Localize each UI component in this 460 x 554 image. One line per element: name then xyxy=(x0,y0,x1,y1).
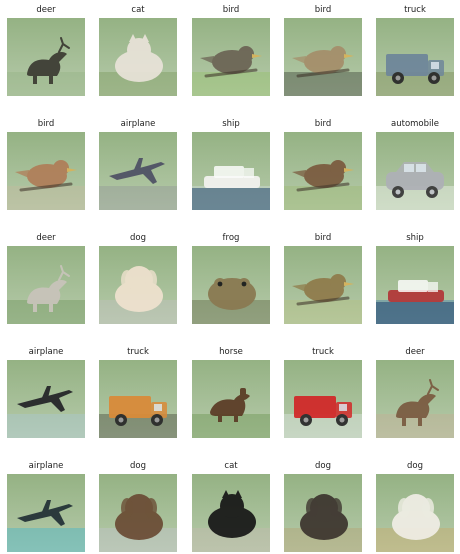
image-label: airplane xyxy=(120,119,156,129)
image-label: bird xyxy=(314,233,332,243)
image-thumbnail xyxy=(7,246,85,324)
image-label: frog xyxy=(222,233,240,243)
image-label: truck xyxy=(312,347,334,357)
image-thumbnail xyxy=(192,360,270,438)
image-thumbnail xyxy=(7,132,85,210)
image-label: ship xyxy=(406,233,424,243)
image-thumbnail xyxy=(99,18,177,96)
image-thumbnail xyxy=(376,18,454,96)
image-thumbnail xyxy=(284,474,362,552)
image-label: automobile xyxy=(391,119,439,129)
image-label: ship xyxy=(222,119,240,129)
image-thumbnail xyxy=(284,132,362,210)
image-thumbnail xyxy=(7,474,85,552)
image-thumbnail xyxy=(376,132,454,210)
image-label: dog xyxy=(130,233,146,243)
image-label: cat xyxy=(131,5,145,15)
image-grid: deer cat bird bird truck bird airplane s… xyxy=(0,0,460,554)
image-thumbnail xyxy=(99,246,177,324)
image-label: bird xyxy=(314,119,332,129)
image-thumbnail xyxy=(7,360,85,438)
image-thumbnail xyxy=(7,18,85,96)
image-thumbnail xyxy=(99,360,177,438)
image-thumbnail xyxy=(284,18,362,96)
image-label: cat xyxy=(224,461,238,471)
image-label: bird xyxy=(314,5,332,15)
image-thumbnail xyxy=(99,132,177,210)
image-thumbnail xyxy=(192,474,270,552)
image-label: dog xyxy=(315,461,331,471)
image-label: bird xyxy=(222,5,240,15)
image-label: airplane xyxy=(28,461,64,471)
image-label: deer xyxy=(36,233,56,243)
image-thumbnail xyxy=(376,360,454,438)
image-thumbnail xyxy=(192,132,270,210)
image-thumbnail xyxy=(376,474,454,552)
image-thumbnail xyxy=(99,474,177,552)
image-label: dog xyxy=(130,461,146,471)
image-label: bird xyxy=(37,119,55,129)
image-label: truck xyxy=(404,5,426,15)
image-thumbnail xyxy=(284,360,362,438)
image-label: horse xyxy=(219,347,243,357)
image-thumbnail xyxy=(192,246,270,324)
image-label: deer xyxy=(405,347,425,357)
image-label: airplane xyxy=(28,347,64,357)
image-thumbnail xyxy=(284,246,362,324)
image-label: dog xyxy=(407,461,423,471)
image-thumbnail xyxy=(192,18,270,96)
image-label: deer xyxy=(36,5,56,15)
image-label: truck xyxy=(127,347,149,357)
image-thumbnail xyxy=(376,246,454,324)
